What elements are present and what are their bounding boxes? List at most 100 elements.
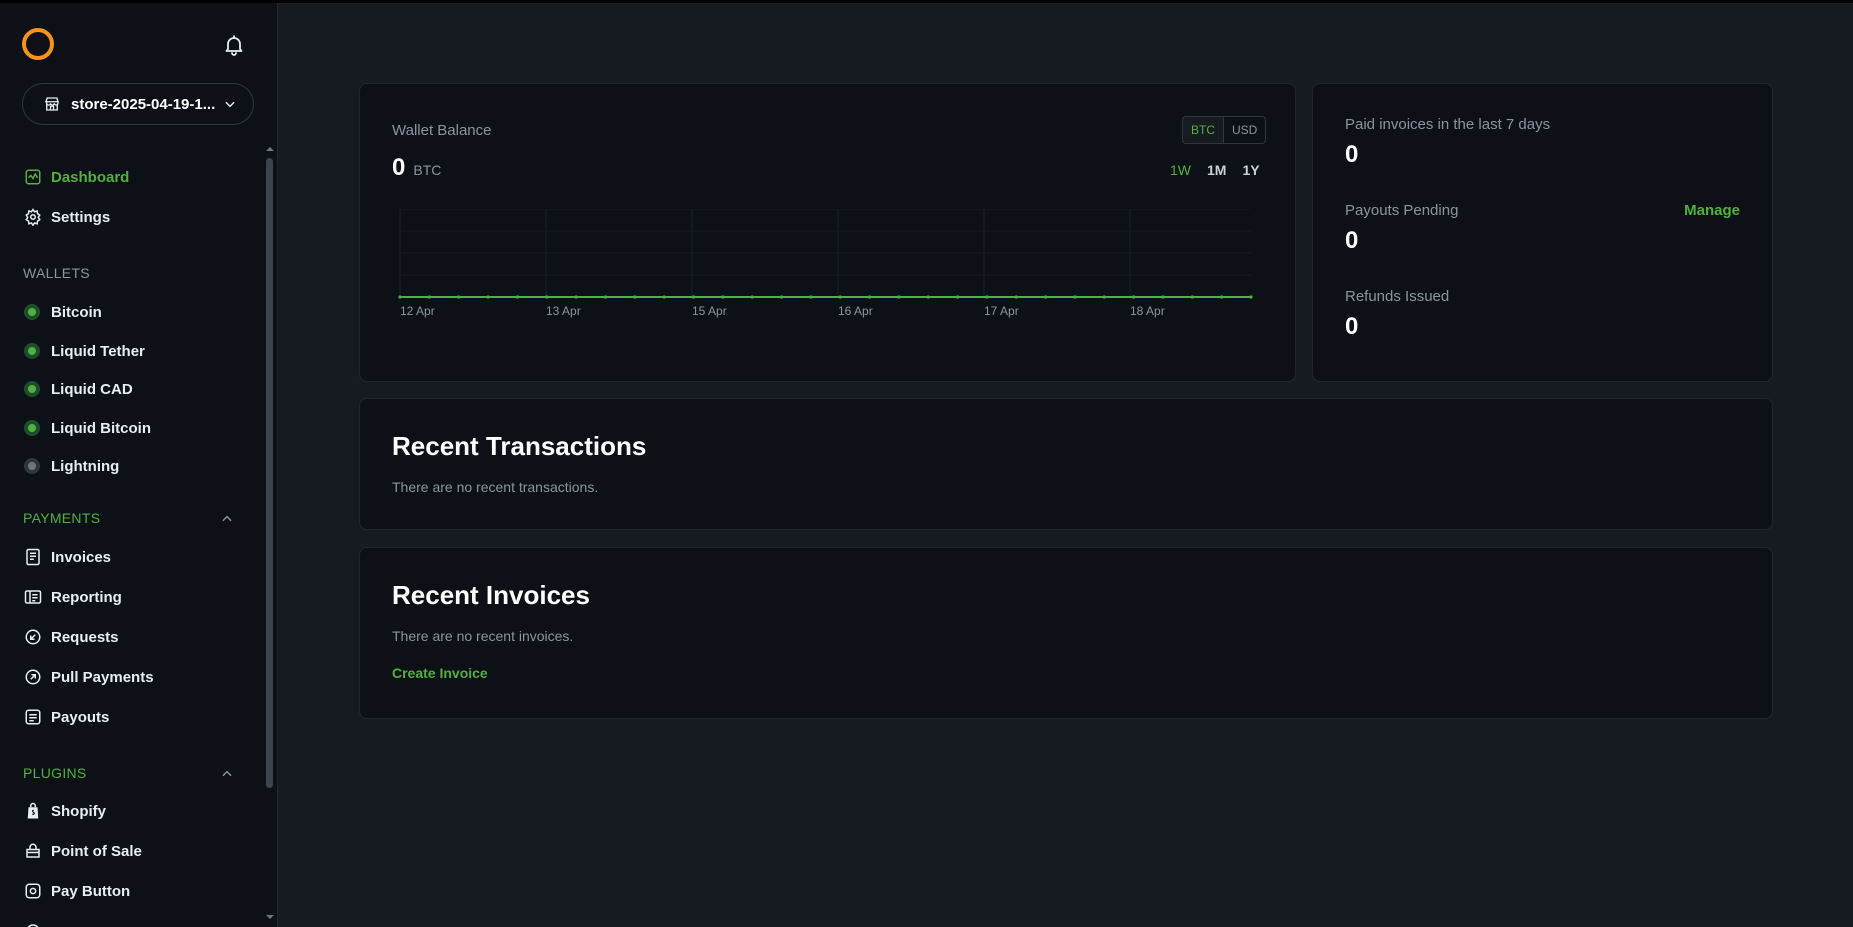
sidebar-item-label: Requests bbox=[51, 628, 119, 646]
store-selector[interactable]: store-2025-04-19-1... bbox=[22, 83, 254, 125]
refunds-issued-value: 0 bbox=[1345, 313, 1359, 340]
dashboard-icon bbox=[24, 168, 42, 186]
sidebar-item-label: Liquid CAD bbox=[51, 380, 133, 398]
sidebar: store-2025-04-19-1... Dashboard Settings… bbox=[0, 3, 278, 927]
balance-unit: BTC bbox=[413, 162, 442, 178]
sidebar-item-settings[interactable]: Settings bbox=[24, 203, 110, 231]
sidebar-item-bitcoin[interactable]: Bitcoin bbox=[24, 298, 102, 326]
sidebar-item-label: Pay Button bbox=[51, 882, 131, 900]
sidebar-item-label: Point of Sale bbox=[51, 842, 142, 860]
chart-point bbox=[955, 295, 960, 299]
chevron-up-icon[interactable] bbox=[220, 767, 234, 781]
chart-tick-label: 16 Apr bbox=[838, 304, 873, 318]
wallet-balance-title: Wallet Balance bbox=[392, 122, 492, 139]
sidebar-item-requests[interactable]: Requests bbox=[24, 623, 119, 651]
chevron-down-icon bbox=[225, 101, 235, 108]
paid-invoices-label: Paid invoices in the last 7 days bbox=[1345, 116, 1551, 133]
plugins-heading: PLUGINS bbox=[23, 765, 87, 781]
sidebar-item-invoices[interactable]: Invoices bbox=[24, 543, 111, 571]
wallets-heading: WALLETS bbox=[23, 265, 90, 281]
chevron-up-icon[interactable] bbox=[220, 512, 234, 526]
recent-transactions-empty: There are no recent transactions. bbox=[392, 479, 599, 495]
sidebar-item-label: Payouts bbox=[51, 708, 110, 726]
chart-point bbox=[721, 295, 725, 299]
scroll-down-arrow-icon[interactable] bbox=[265, 913, 275, 921]
chart-point bbox=[897, 295, 901, 299]
status-online-icon bbox=[24, 420, 40, 436]
chart-point bbox=[1220, 295, 1224, 299]
wallet-balance-card: Wallet Balance 0 BTC BTC USD 1W 1M 1Y 12… bbox=[359, 83, 1296, 382]
range-selector: 1W 1M 1Y bbox=[1170, 162, 1260, 178]
plugin-icon bbox=[24, 922, 42, 927]
chart-tick-label: 12 Apr bbox=[400, 304, 435, 318]
sidebar-item-point-of-sale[interactable]: Point of Sale bbox=[24, 837, 142, 865]
currency-btc-button[interactable]: BTC bbox=[1183, 117, 1223, 143]
bell-icon[interactable] bbox=[222, 33, 246, 57]
wallet-balance-value: 0 BTC bbox=[392, 154, 441, 182]
recent-transactions-title: Recent Transactions bbox=[392, 431, 647, 461]
payments-heading: PAYMENTS bbox=[23, 510, 101, 526]
sidebar-item-partial[interactable] bbox=[24, 917, 51, 927]
recent-invoices-title: Recent Invoices bbox=[392, 580, 590, 610]
chart-point bbox=[750, 295, 754, 299]
currency-usd-button[interactable]: USD bbox=[1223, 117, 1265, 143]
chart-point bbox=[486, 295, 490, 299]
range-1w-button[interactable]: 1W bbox=[1170, 162, 1191, 178]
sidebar-item-lightning[interactable]: Lightning bbox=[24, 452, 119, 480]
sidebar-item-label: Settings bbox=[51, 208, 111, 226]
store-name: store-2025-04-19-1... bbox=[71, 95, 216, 113]
chart-point bbox=[545, 295, 549, 299]
sidebar-item-liquid-tether[interactable]: Liquid Tether bbox=[24, 337, 145, 365]
chart-point bbox=[603, 295, 608, 299]
payouts-pending-value: 0 bbox=[1345, 227, 1359, 254]
reporting-icon bbox=[24, 588, 42, 606]
range-1y-button[interactable]: 1Y bbox=[1242, 162, 1259, 178]
sidebar-item-shopify[interactable]: Shopify bbox=[24, 797, 106, 825]
payouts-pending-label: Payouts Pending bbox=[1345, 202, 1459, 219]
sidebar-scrollbar[interactable] bbox=[266, 158, 273, 788]
chart-point bbox=[1073, 295, 1077, 299]
sidebar-item-payouts[interactable]: Payouts bbox=[24, 703, 109, 731]
pull-payment-icon bbox=[24, 668, 42, 686]
request-icon bbox=[24, 628, 42, 646]
chart-point bbox=[515, 295, 519, 299]
sidebar-item-liquid-bitcoin[interactable]: Liquid Bitcoin bbox=[24, 414, 151, 442]
recent-invoices-card: Recent Invoices There are no recent invo… bbox=[359, 547, 1773, 719]
currency-toggle: BTC USD bbox=[1182, 116, 1267, 144]
chart-point bbox=[1132, 295, 1136, 299]
sidebar-item-label: Shopify bbox=[51, 802, 106, 820]
range-1m-button[interactable]: 1M bbox=[1207, 162, 1226, 178]
chart-point bbox=[457, 295, 461, 299]
invoice-icon bbox=[24, 548, 42, 566]
btcpay-logo-icon[interactable] bbox=[22, 28, 54, 60]
sidebar-item-label: Liquid Tether bbox=[51, 342, 145, 360]
status-online-icon bbox=[24, 304, 40, 320]
sidebar-item-label: Dashboard bbox=[51, 168, 130, 186]
status-offline-icon bbox=[24, 458, 40, 474]
sidebar-item-label: Reporting bbox=[51, 588, 122, 606]
chart-point bbox=[398, 295, 402, 299]
chart-tick-label: 18 Apr bbox=[1130, 304, 1165, 318]
sidebar-item-label: Lightning bbox=[51, 457, 120, 475]
manage-payouts-link[interactable]: Manage bbox=[1684, 202, 1740, 219]
sidebar-item-liquid-cad[interactable]: Liquid CAD bbox=[24, 375, 133, 403]
balance-chart: 12 Apr 13 Apr 15 Apr 16 Apr 17 Apr 18 Apr bbox=[398, 209, 1253, 318]
status-online-icon bbox=[24, 381, 40, 397]
refunds-issued-label: Refunds Issued bbox=[1345, 288, 1450, 305]
paid-invoices-value: 0 bbox=[1345, 141, 1359, 168]
pay-button-icon bbox=[24, 882, 42, 900]
scroll-up-arrow-icon[interactable] bbox=[265, 145, 275, 153]
sidebar-item-pay-button[interactable]: Pay Button bbox=[24, 877, 130, 905]
chart-point bbox=[1190, 295, 1194, 299]
chart-tick-label: 13 Apr bbox=[546, 304, 581, 318]
payout-icon bbox=[24, 708, 42, 726]
balance-amount: 0 bbox=[392, 154, 406, 181]
create-invoice-link[interactable]: Create Invoice bbox=[392, 665, 488, 681]
sidebar-item-reporting[interactable]: Reporting bbox=[24, 583, 122, 611]
sidebar-item-dashboard[interactable]: Dashboard bbox=[24, 163, 129, 191]
sidebar-item-pull-payments[interactable]: Pull Payments bbox=[24, 663, 154, 691]
recent-invoices-empty: There are no recent invoices. bbox=[392, 628, 574, 644]
recent-transactions-card: Recent Transactions There are no recent … bbox=[359, 398, 1773, 530]
chart-tick-label: 15 Apr bbox=[692, 304, 727, 318]
chart-point bbox=[779, 295, 784, 299]
